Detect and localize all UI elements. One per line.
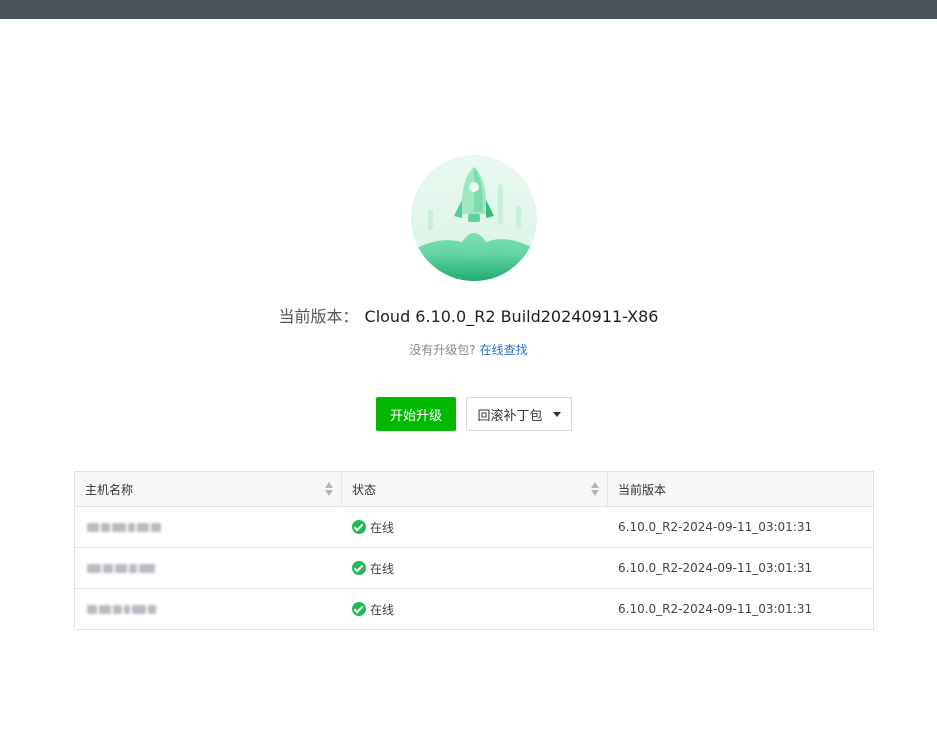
hostname-redacted <box>87 604 156 614</box>
version-cell: 6.10.0_R2-2024-09-11_03:01:31 <box>618 520 813 534</box>
status-text: 在线 <box>370 602 395 617</box>
table-row: 在线 6.10.0_R2-2024-09-11_03:01:31 <box>75 589 873 629</box>
rollback-patch-dropdown[interactable]: 回滚补丁包 <box>466 397 572 431</box>
column-header-status[interactable]: 状态 <box>342 472 608 506</box>
sort-icon[interactable] <box>591 482 599 496</box>
start-upgrade-button[interactable]: 开始升级 <box>376 397 456 431</box>
status-cell: 在线 <box>342 589 608 629</box>
check-circle-icon <box>352 520 366 534</box>
column-header-hostname[interactable]: 主机名称 <box>75 472 342 506</box>
table-row: 在线 6.10.0_R2-2024-09-11_03:01:31 <box>75 548 873 589</box>
rocket-launch-illustration <box>410 154 538 282</box>
table-header: 主机名称 状态 当前版本 <box>75 472 873 507</box>
host-table: 主机名称 状态 当前版本 在线 6.10.0_R2-2024-09-11_03:… <box>74 471 874 630</box>
caret-down-icon <box>552 411 561 417</box>
version-cell: 6.10.0_R2-2024-09-11_03:01:31 <box>618 602 813 616</box>
status-cell: 在线 <box>342 507 608 547</box>
hostname-redacted <box>87 563 155 573</box>
sort-icon[interactable] <box>325 482 333 496</box>
hostname-cell <box>75 548 342 588</box>
version-cell: 6.10.0_R2-2024-09-11_03:01:31 <box>618 561 813 575</box>
rollback-patch-label: 回滚补丁包 <box>477 408 543 424</box>
current-version-value: Cloud 6.10.0_R2 Build20240911-X86 <box>364 307 659 326</box>
status-text: 在线 <box>370 520 395 535</box>
status-cell: 在线 <box>342 548 608 588</box>
column-header-version: 当前版本 <box>618 482 667 497</box>
no-package-text: 没有升级包? <box>409 343 476 357</box>
hostname-cell <box>75 589 342 629</box>
status-text: 在线 <box>370 561 395 576</box>
check-circle-icon <box>352 561 366 575</box>
search-online-link[interactable]: 在线查找 <box>480 343 528 357</box>
table-row: 在线 6.10.0_R2-2024-09-11_03:01:31 <box>75 507 873 548</box>
current-version-line: 当前版本： Cloud 6.10.0_R2 Build20240911-X86 <box>0 306 937 328</box>
hostname-cell <box>75 507 342 547</box>
hostname-redacted <box>87 522 161 532</box>
upgrade-package-hint: 没有升级包? 在线查找 <box>0 341 937 359</box>
top-bar <box>0 0 937 19</box>
check-circle-icon <box>352 602 366 616</box>
current-version-label: 当前版本： <box>278 307 359 326</box>
